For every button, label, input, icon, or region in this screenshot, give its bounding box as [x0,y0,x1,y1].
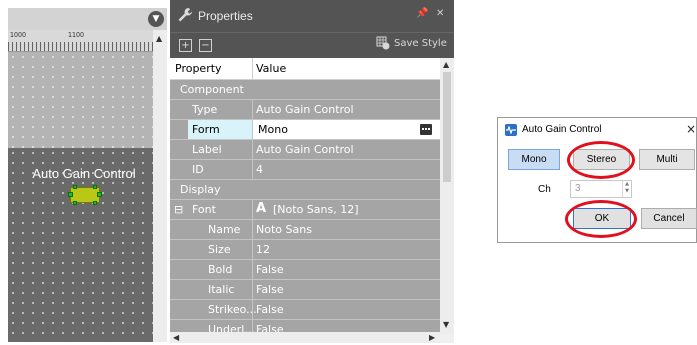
scroll-right-icon[interactable]: ▶ [429,333,435,342]
mode-mono-button[interactable]: Mono [508,149,560,170]
canvas-grid-upper [8,52,153,148]
auto-gain-control-dialog: Auto Gain Control × Mono Stereo Multi Ch… [497,117,697,243]
property-row-italic[interactable]: Italic False [170,280,440,300]
output-port-icon[interactable] [97,192,102,197]
spinner-icon[interactable]: ▲ ▼ [622,181,631,197]
ruler-label: 1000 [10,31,27,39]
handle-icon[interactable] [73,185,77,189]
header-value: Value [256,62,287,75]
properties-title: Properties [198,9,253,23]
handle-icon[interactable] [93,185,97,189]
property-row-label[interactable]: Label Auto Gain Control [170,140,440,160]
properties-title-bar: Properties 📌 ✕ [170,0,454,32]
save-style-icon[interactable] [376,36,390,50]
mode-multi-button[interactable]: Multi [639,149,695,170]
header-property: Property [175,62,222,75]
input-port-icon[interactable] [68,192,73,197]
properties-horizontal-scrollbar[interactable]: ◀ ▶ [170,332,440,343]
app-icon [505,124,517,136]
ruler-label: 1100 [68,31,85,39]
property-row-id[interactable]: ID 4 [170,160,440,180]
properties-panel: Properties 📌 ✕ + − Save Style Property V… [170,0,454,343]
dialog-title: Auto Gain Control [522,124,602,135]
collapse-panel-icon[interactable]: ▼ [148,11,164,27]
pin-icon[interactable]: 📌 [416,8,428,19]
close-icon[interactable]: ✕ [436,8,444,19]
font-icon: A [256,201,267,216]
ruler-ticks [8,42,153,51]
scroll-down-icon[interactable]: ▼ [443,320,449,329]
property-row-bold[interactable]: Bold False [170,260,440,280]
form-value[interactable]: Mono [258,123,288,136]
scroll-up-icon[interactable]: ▲ [443,60,449,69]
wrench-icon [178,8,192,22]
scroll-thumb[interactable] [443,72,451,182]
stereo-highlight-ring [567,141,635,179]
canvas-vertical-scrollbar[interactable]: ▲ [153,30,167,342]
property-grid: Component Type Auto Gain Control Form Mo… [170,80,440,340]
category-row[interactable]: Display [170,180,440,200]
save-style-button[interactable]: Save Style [394,38,447,49]
auto-gain-control-block[interactable] [68,185,102,205]
canvas-top-bar [8,8,167,30]
properties-vertical-scrollbar[interactable]: ▲ ▼ [440,58,454,334]
property-row-strikeout[interactable]: Strikeo... False [170,300,440,320]
category-row[interactable]: Component [170,80,440,100]
collapse-all-button[interactable]: − [199,39,212,52]
horizontal-ruler: 1000 1100 [8,30,153,52]
scroll-left-icon[interactable]: ◀ [173,333,179,342]
property-row-name[interactable]: Name Noto Sans [170,220,440,240]
design-canvas[interactable]: ▼ 1000 1100 ▲ Auto Gain Control [8,8,167,342]
close-icon[interactable]: × [686,122,696,136]
property-grid-header: Property Value [170,58,440,80]
collapse-icon[interactable]: ⊟ [174,203,183,216]
property-row-type[interactable]: Type Auto Gain Control [170,100,440,120]
ch-label: Ch [538,184,551,195]
scroll-up-icon[interactable]: ▲ [156,34,162,43]
properties-toolbar: + − Save Style [170,32,454,58]
ok-highlight-ring [565,200,637,238]
expand-all-button[interactable]: + [179,39,192,52]
property-row-size[interactable]: Size 12 [170,240,440,260]
property-row-font[interactable]: ⊟ Font A [Noto Sans, 12] [170,200,440,220]
ellipsis-icon[interactable] [420,124,432,135]
handle-icon[interactable] [93,201,97,205]
cancel-button[interactable]: Cancel [641,208,697,229]
handle-icon[interactable] [73,201,77,205]
component-label[interactable]: Auto Gain Control [14,166,154,181]
property-row-form[interactable]: Form Mono [170,120,440,140]
